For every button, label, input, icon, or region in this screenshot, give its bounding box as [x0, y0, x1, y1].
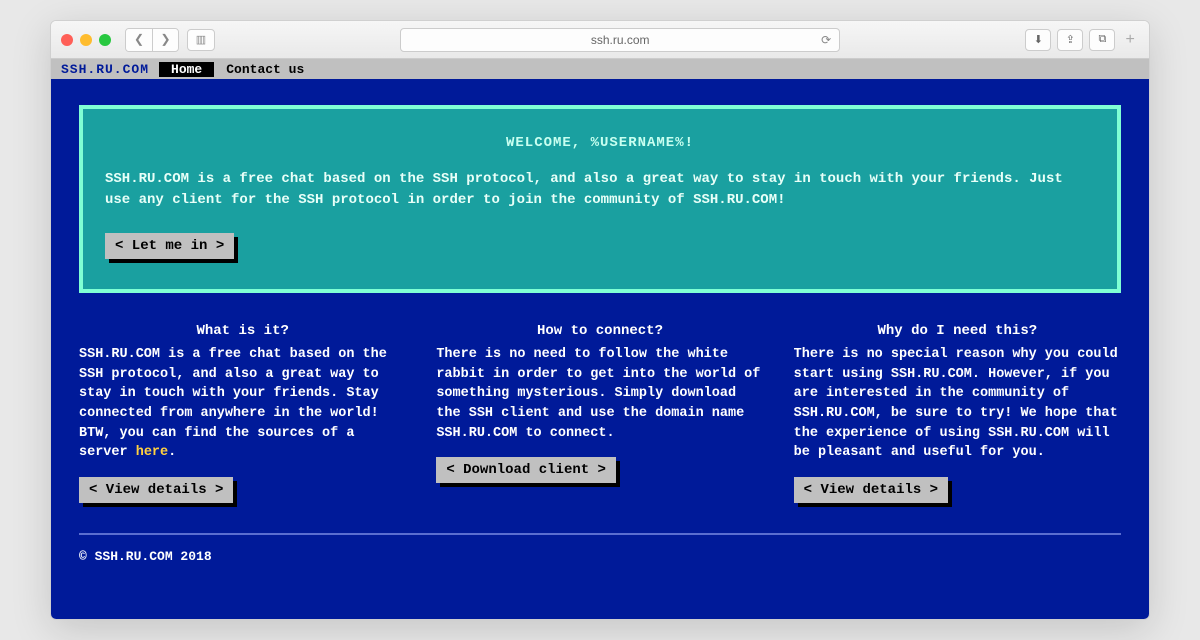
- sidebar-toggle-button[interactable]: ▥: [187, 29, 215, 51]
- browser-toolbar: ❮ ❯ ▥ ssh.ru.com ⟳ ⬇ ⇪ ⧉ +: [51, 21, 1149, 59]
- reload-icon[interactable]: ⟳: [821, 33, 831, 47]
- browser-window: ❮ ❯ ▥ ssh.ru.com ⟳ ⬇ ⇪ ⧉ + SSH.RU.COM Ho…: [50, 20, 1150, 620]
- minimize-window-button[interactable]: [80, 34, 92, 46]
- tabs-button[interactable]: ⧉: [1089, 29, 1115, 51]
- column-why: Why do I need this? There is no special …: [794, 321, 1121, 503]
- hero-title: WELCOME, %USERNAME%!: [105, 135, 1095, 151]
- let-me-in-button[interactable]: < Let me in >: [105, 233, 234, 259]
- site-nav: SSH.RU.COM Home Contact us: [51, 59, 1149, 79]
- address-bar[interactable]: ssh.ru.com ⟳: [400, 28, 840, 52]
- download-client-button[interactable]: < Download client >: [436, 457, 616, 483]
- feature-columns: What is it? SSH.RU.COM is a free chat ba…: [79, 321, 1121, 503]
- column-body: There is no special reason why you could…: [794, 345, 1121, 462]
- column-body: SSH.RU.COM is a free chat based on the S…: [79, 345, 406, 462]
- nav-buttons: ❮ ❯: [125, 28, 179, 52]
- close-window-button[interactable]: [61, 34, 73, 46]
- site-logo[interactable]: SSH.RU.COM: [51, 62, 159, 77]
- new-tab-button[interactable]: +: [1121, 31, 1139, 49]
- forward-button[interactable]: ❯: [152, 29, 178, 51]
- footer-text: © SSH.RU.COM 2018: [51, 535, 1149, 564]
- view-details-button-2[interactable]: < View details >: [794, 477, 948, 503]
- maximize-window-button[interactable]: [99, 34, 111, 46]
- hero-panel: WELCOME, %USERNAME%! SSH.RU.COM is a fre…: [79, 105, 1121, 293]
- column-title: Why do I need this?: [794, 321, 1121, 341]
- column-connect: How to connect? There is no need to foll…: [436, 321, 763, 503]
- column-body: There is no need to follow the white rab…: [436, 345, 763, 443]
- main-content: WELCOME, %USERNAME%! SSH.RU.COM is a fre…: [51, 79, 1149, 503]
- column-title: What is it?: [79, 321, 406, 341]
- column-title: How to connect?: [436, 321, 763, 341]
- nav-home[interactable]: Home: [159, 62, 214, 77]
- share-button[interactable]: ⇪: [1057, 29, 1083, 51]
- hero-text: SSH.RU.COM is a free chat based on the S…: [105, 169, 1095, 211]
- downloads-button[interactable]: ⬇: [1025, 29, 1051, 51]
- back-button[interactable]: ❮: [126, 29, 152, 51]
- url-text: ssh.ru.com: [591, 33, 650, 47]
- nav-contact[interactable]: Contact us: [214, 62, 316, 77]
- traffic-lights: [61, 34, 111, 46]
- toolbar-right: ⬇ ⇪ ⧉ +: [1025, 29, 1139, 51]
- source-link[interactable]: here: [136, 445, 168, 460]
- sidebar-icon: ▥: [196, 33, 206, 47]
- page-body: SSH.RU.COM Home Contact us WELCOME, %USE…: [51, 59, 1149, 619]
- column-what: What is it? SSH.RU.COM is a free chat ba…: [79, 321, 406, 503]
- view-details-button[interactable]: < View details >: [79, 477, 233, 503]
